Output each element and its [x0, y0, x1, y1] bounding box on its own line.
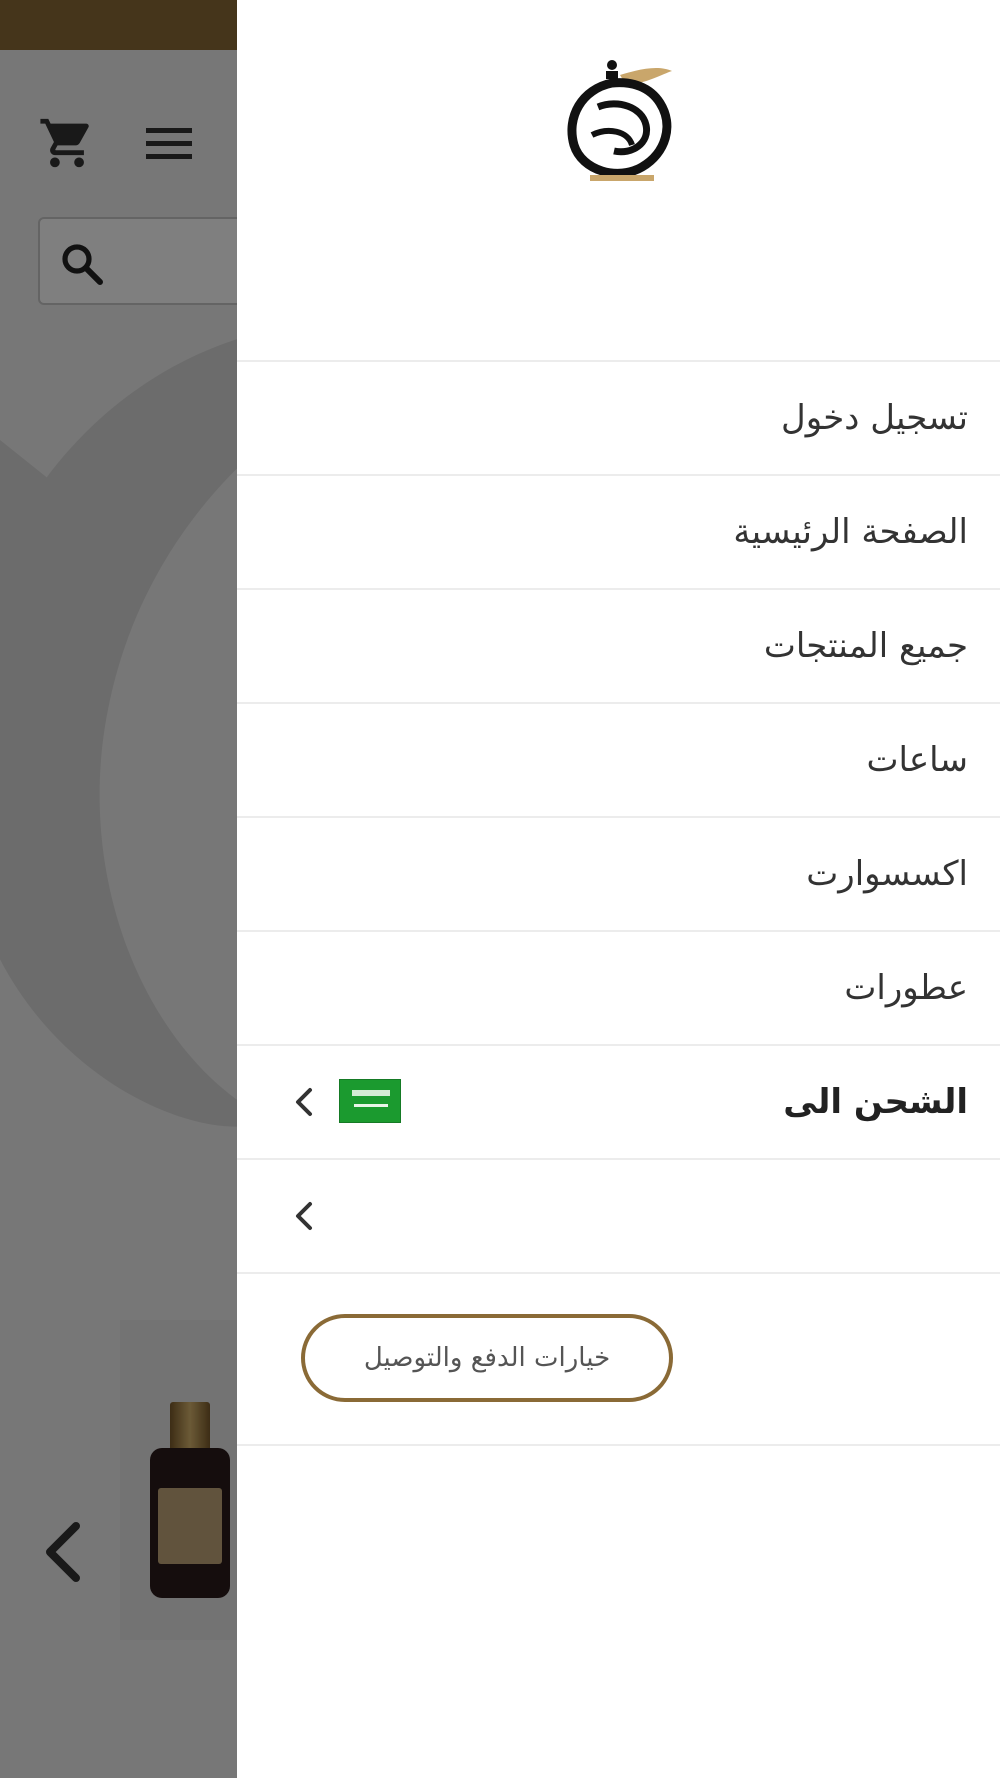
menu-item-home[interactable]: الصفحة الرئيسية [237, 476, 1000, 590]
menu-item-watches[interactable]: ساعات [237, 704, 1000, 818]
menu-item-label: عطورات [844, 968, 968, 1008]
menu-item-all-products[interactable]: جميع المنتجات [237, 590, 1000, 704]
shipping-country-selector[interactable]: الشحن الى [237, 1046, 1000, 1160]
menu-item-label: اكسسوارت [806, 854, 968, 894]
chevron-left-icon [296, 1088, 312, 1116]
perfume-bottle-logo[interactable] [562, 55, 682, 190]
flag-sword [354, 1104, 388, 1107]
menu-item-label: الصفحة الرئيسية [733, 512, 968, 552]
flag-inscription [352, 1090, 390, 1096]
menu-item-label: ساعات [866, 740, 968, 780]
chevron-left-icon [296, 1202, 312, 1230]
language-selector[interactable] [237, 1160, 1000, 1274]
menu-item-accessories[interactable]: اكسسوارت [237, 818, 1000, 932]
menu-item-label: جميع المنتجات [763, 626, 968, 666]
menu-item-perfumes[interactable]: عطورات [237, 932, 1000, 1046]
shipping-label: الشحن الى [783, 1082, 968, 1122]
payment-options-row: خيارات الدفع والتوصيل [237, 1274, 1000, 1446]
saudi-flag-icon [339, 1079, 401, 1123]
menu-item-label: تسجيل دخول [781, 398, 968, 438]
side-drawer: تسجيل دخول الصفحة الرئيسية جميع المنتجات… [237, 0, 1000, 1778]
menu-item-login[interactable]: تسجيل دخول [237, 362, 1000, 476]
payment-delivery-options-button[interactable]: خيارات الدفع والتوصيل [301, 1314, 673, 1402]
drawer-menu: تسجيل دخول الصفحة الرئيسية جميع المنتجات… [237, 360, 1000, 1446]
